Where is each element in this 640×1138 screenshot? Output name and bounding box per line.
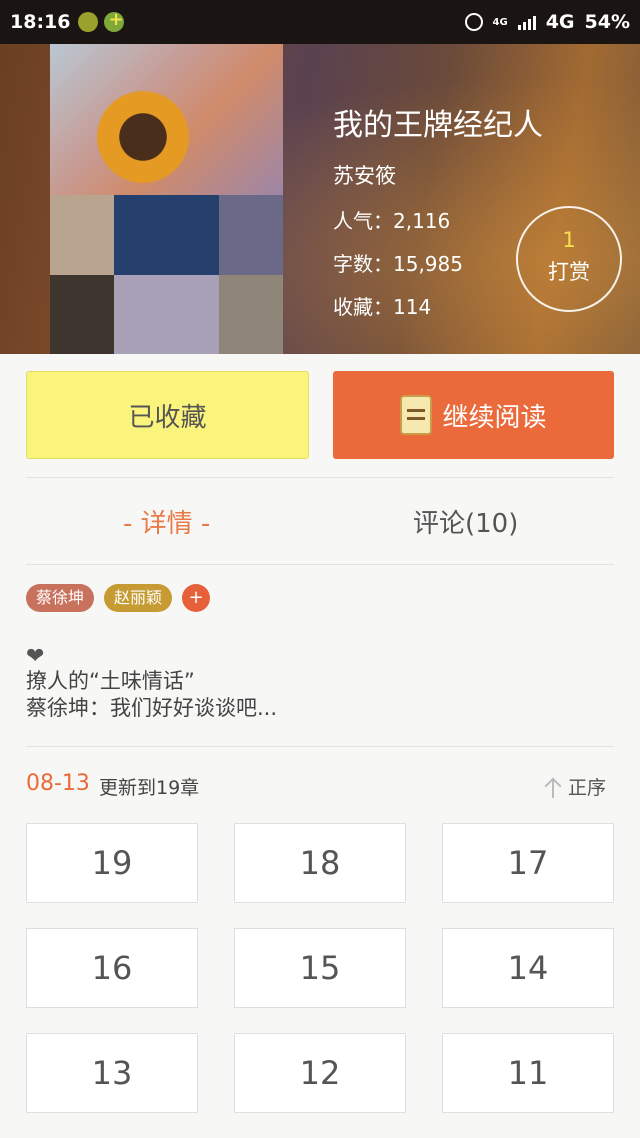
continue-reading-button[interactable]: 继续阅读 — [333, 371, 614, 459]
tab-details[interactable]: - 详情 - — [123, 503, 210, 540]
chapter-button[interactable]: 11 — [442, 1033, 614, 1113]
sort-button[interactable]: 正序 — [544, 773, 606, 800]
sunflower-image — [88, 82, 198, 192]
alarm-icon — [464, 13, 483, 31]
reward-label: 打赏 — [548, 260, 590, 284]
chapter-button[interactable]: 16 — [26, 928, 198, 1008]
chapter-button[interactable]: 19 — [26, 823, 198, 903]
book-info: 我的王牌经纪人 苏安筱 人气：2,116 字数：15,985 收藏：114 — [333, 100, 543, 334]
chapter-button[interactable]: 12 — [234, 1033, 406, 1113]
tab-comments[interactable]: 评论(10) — [413, 503, 518, 540]
book-word-count: 字数：15,985 — [333, 252, 463, 276]
add-tag-button[interactable]: + — [182, 584, 211, 612]
tag-item[interactable]: 赵丽颖 — [104, 584, 173, 612]
status-bar: 18:16 4G 4G 54% — [0, 0, 640, 44]
signal-icon — [517, 14, 536, 30]
app-notification-icon — [78, 12, 99, 32]
description-line: 蔡徐坤：我们好好谈谈吧... — [26, 696, 278, 720]
chapter-button[interactable]: 18 — [234, 823, 406, 903]
book-popularity: 人气：2,116 — [333, 209, 451, 233]
cover-top-image — [50, 44, 283, 195]
arrow-up-icon — [544, 776, 562, 798]
divider — [26, 746, 614, 747]
tag-list: 蔡徐坤 赵丽颖 + — [26, 584, 211, 612]
book-cover[interactable] — [50, 44, 283, 354]
update-text: 更新到19章 — [99, 777, 200, 799]
battery-label: 54% — [584, 11, 630, 33]
description-line: 撩人的“土味情话” — [26, 669, 195, 693]
book-icon — [400, 395, 433, 435]
update-date: 08-13 — [26, 771, 90, 796]
network-small-label: 4G — [492, 16, 508, 28]
chapter-button[interactable]: 13 — [26, 1033, 198, 1113]
heart-icon: ❤ — [26, 644, 45, 669]
tag-item[interactable]: 蔡徐坤 — [26, 584, 95, 612]
chapter-button[interactable]: 17 — [442, 823, 614, 903]
continue-reading-label: 继续阅读 — [442, 402, 547, 433]
cover-collage — [50, 195, 283, 354]
book-description: ❤ 撩人的“土味情话” 蔡徐坤：我们好好谈谈吧... — [26, 646, 277, 722]
status-right: 4G 4G 54% — [464, 11, 630, 33]
reward-button[interactable]: 1 打赏 — [516, 206, 622, 312]
book-title: 我的王牌经纪人 — [333, 108, 543, 143]
divider — [26, 564, 614, 565]
reward-count: 1 — [562, 228, 576, 252]
favorited-button[interactable]: 已收藏 — [26, 371, 309, 459]
chapter-button[interactable]: 14 — [442, 928, 614, 1008]
book-header: 我的王牌经纪人 苏安筱 人气：2,116 字数：15,985 收藏：114 1 … — [0, 44, 640, 354]
status-time: 18:16 — [10, 11, 71, 33]
sort-label: 正序 — [568, 777, 607, 799]
favorited-label: 已收藏 — [128, 402, 207, 433]
book-author[interactable]: 苏安筱 — [333, 160, 543, 190]
book-favorites: 收藏：114 — [333, 295, 432, 319]
chapter-grid: 19 18 17 16 15 14 13 12 11 — [26, 823, 614, 1113]
plus-notification-icon — [104, 9, 125, 32]
chapter-button[interactable]: 15 — [234, 928, 406, 1008]
divider — [26, 477, 614, 478]
network-label: 4G — [545, 11, 575, 33]
